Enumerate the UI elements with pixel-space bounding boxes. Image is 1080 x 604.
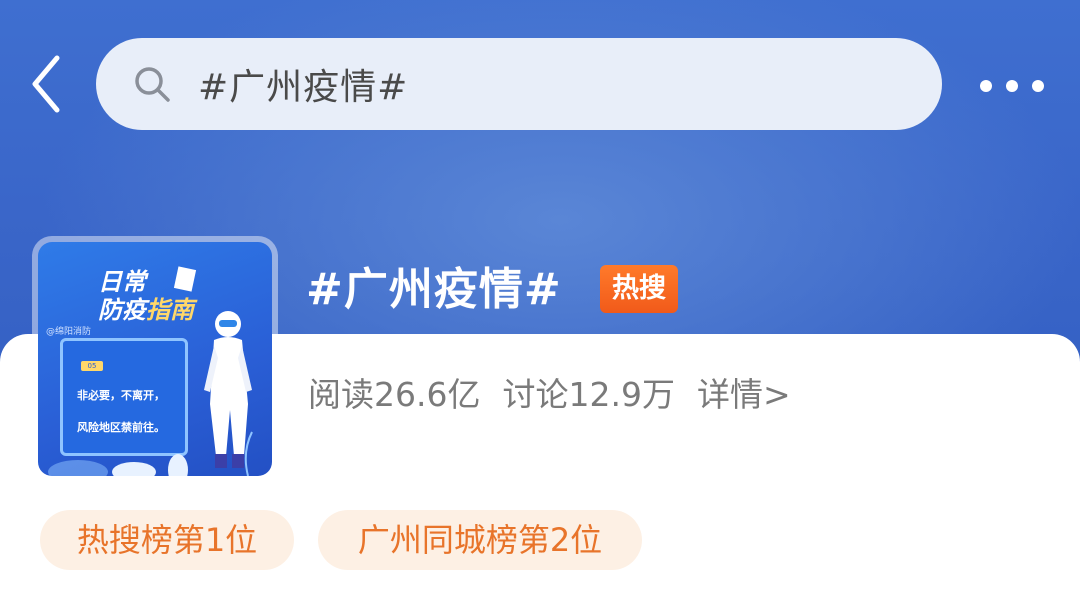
topic-thumbnail[interactable]: 日常 防疫指南 @绵阳消防 05 非必要，不离开， 风险地区禁前往。 xyxy=(32,236,278,482)
note-icon xyxy=(173,266,197,292)
back-button[interactable] xyxy=(22,52,70,116)
search-icon xyxy=(132,64,172,104)
more-options-button[interactable] xyxy=(976,64,1048,108)
discussion-count: 讨论12.9万 xyxy=(502,375,675,414)
thumbnail-line-1: 非必要，不离开， xyxy=(77,389,165,402)
search-bar[interactable]: #广州疫情# xyxy=(96,38,942,130)
topic-stats: 阅读26.6亿 讨论12.9万 详情> xyxy=(308,368,791,416)
more-dots-icon xyxy=(980,80,992,92)
leaf-decoration xyxy=(48,431,253,476)
thumbnail-badge: 05 xyxy=(81,361,103,371)
chevron-left-icon xyxy=(32,55,60,113)
more-dots-icon xyxy=(1006,80,1018,92)
more-dots-icon xyxy=(1032,80,1044,92)
hot-search-rank-pill[interactable]: 热搜榜第1位 xyxy=(40,510,294,570)
thumbnail-tag: @绵阳消防 xyxy=(46,327,92,337)
city-rank-pill[interactable]: 广州同城榜第2位 xyxy=(318,510,642,570)
topic-title: #广州疫情# xyxy=(306,264,562,315)
topic-thumbnail-image: 日常 防疫指南 @绵阳消防 05 非必要，不离开， 风险地区禁前往。 xyxy=(38,242,272,476)
read-count: 阅读26.6亿 xyxy=(308,375,481,414)
hot-search-badge: 热搜 xyxy=(600,265,678,313)
details-link[interactable]: 详情> xyxy=(697,368,791,416)
search-input[interactable]: #广州疫情# xyxy=(198,58,408,110)
